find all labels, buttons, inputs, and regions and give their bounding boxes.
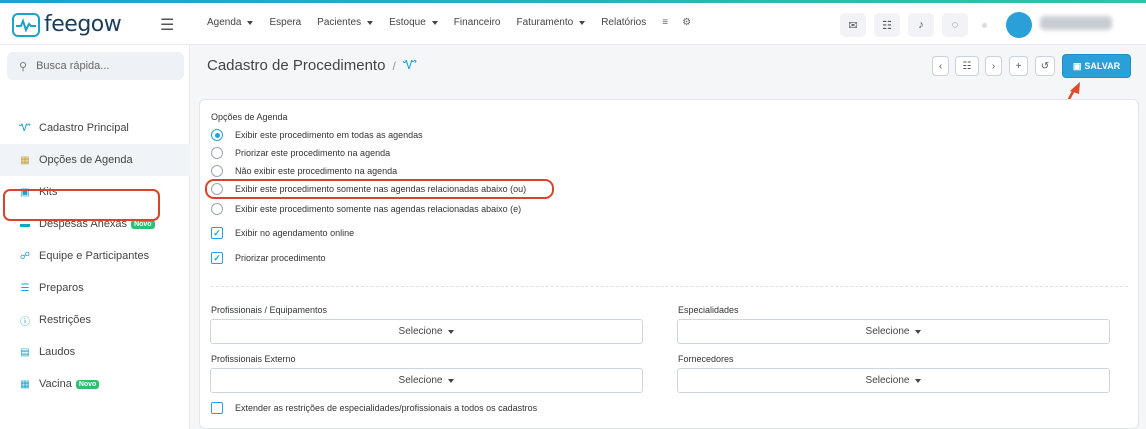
calendar-icon: ▦ — [20, 154, 30, 166]
section-label-opcoes: Opções de Agenda — [211, 112, 288, 122]
radio-hide[interactable]: Não exibir este procedimento na agenda — [211, 165, 397, 177]
select-especialidades[interactable]: Selecione — [677, 319, 1110, 344]
checkbox-priorizar[interactable]: ✓ Priorizar procedimento — [211, 252, 326, 264]
nav-relatorios[interactable]: Relatórios — [601, 17, 646, 28]
checkbox[interactable]: ✓ — [211, 252, 223, 264]
sidebar-item-preparos[interactable]: ☰ Preparos — [0, 272, 190, 304]
calendar-icon: ▦ — [20, 378, 30, 390]
page-title: Cadastro de Procedimento / Ꮙ — [207, 57, 418, 74]
main-nav: Agenda Espera Pacientes Estoque Financei… — [207, 17, 705, 28]
radio-button[interactable] — [211, 203, 223, 215]
top-header: feegow ☰ Agenda Espera Pacientes Estoque… — [0, 3, 1146, 45]
next-button[interactable]: › — [985, 56, 1002, 76]
menu-toggle-icon[interactable]: ☰ — [160, 15, 174, 35]
team-icon: ☍ — [19, 250, 31, 262]
chevron-down-icon — [579, 20, 586, 25]
label-profissionais: Profissionais / Equipamentos — [211, 305, 328, 315]
document-icon: ▤ — [20, 346, 30, 358]
save-button[interactable]: ▣ SALVAR — [1062, 54, 1131, 78]
chevron-down-icon — [247, 20, 254, 25]
label-fornecedores: Fornecedores — [678, 354, 734, 364]
sidebar: ⚲ Busca rápida... Ꮙ Cadastro Principal ▦… — [0, 45, 190, 429]
logo-text: feegow — [44, 12, 122, 37]
sidebar-item-restricoes[interactable]: ⓘ Restrições — [0, 304, 190, 336]
radio-button[interactable] — [211, 165, 223, 177]
radio-button[interactable] — [211, 147, 223, 159]
nav-espera[interactable]: Espera — [269, 17, 301, 28]
divider — [211, 286, 1128, 287]
search-icon: ⚲ — [19, 60, 28, 73]
select-profissionais[interactable]: Selecione — [210, 319, 643, 344]
save-icon: ▣ — [1072, 60, 1082, 71]
app-logo[interactable]: feegow — [12, 12, 122, 37]
nav-pacientes[interactable]: Pacientes — [317, 17, 374, 28]
sidebar-item-equipe[interactable]: ☍ Equipe e Participantes — [0, 240, 190, 272]
bell-icon[interactable]: ♪ — [908, 13, 934, 37]
chevron-down-icon — [367, 20, 374, 25]
breadcrumb-separator: / — [392, 58, 396, 73]
user-name-blurred[interactable] — [1040, 16, 1112, 30]
inbox-icon[interactable]: ✉ — [840, 13, 866, 37]
radio-button[interactable] — [211, 129, 223, 141]
checkbox-extend[interactable]: ✓ Extender as restrições de especialidad… — [211, 402, 537, 414]
nav-faturamento[interactable]: Faturamento — [517, 17, 586, 28]
list-button[interactable]: ☷ — [955, 56, 979, 76]
history-icon: ↺ — [1040, 60, 1050, 72]
highlight-box-sidebar — [3, 189, 160, 221]
chat-icon[interactable]: ◌ — [942, 13, 968, 37]
checkbox-online[interactable]: ✓ Exibir no agendamento online — [211, 227, 354, 239]
caret-down-icon — [915, 329, 922, 334]
sidebar-item-cadastro-principal[interactable]: Ꮙ Cadastro Principal — [0, 112, 190, 144]
list-icon: ☷ — [962, 60, 972, 72]
tasks-icon[interactable]: ☷ — [874, 13, 900, 37]
info-icon: ⓘ — [20, 316, 30, 328]
chevron-right-icon: › — [991, 60, 996, 72]
nav-agenda[interactable]: Agenda — [207, 17, 254, 28]
caret-down-icon — [915, 378, 922, 383]
stethoscope-icon: Ꮙ — [402, 58, 418, 72]
previous-button[interactable]: ‹ — [932, 56, 949, 76]
checkbox[interactable]: ✓ — [211, 227, 223, 239]
form-card: Opções de Agenda Exibir este procediment… — [199, 99, 1139, 429]
select-fornecedores[interactable]: Selecione — [677, 368, 1110, 393]
new-badge: Novo — [75, 379, 100, 389]
nav-financeiro[interactable]: Financeiro — [454, 17, 501, 28]
plus-icon: + — [1015, 60, 1022, 72]
checkbox[interactable]: ✓ — [211, 402, 223, 414]
history-button[interactable]: ↺ — [1035, 56, 1055, 76]
add-button[interactable]: + — [1009, 56, 1028, 76]
label-profissionais-externo: Profissionais Externo — [211, 354, 296, 364]
status-dot — [982, 23, 987, 28]
caret-down-icon — [448, 378, 455, 383]
list-icon: ☰ — [20, 282, 30, 294]
stethoscope-icon: Ꮙ — [19, 122, 31, 134]
avatar[interactable] — [1006, 12, 1032, 38]
chevron-down-icon — [431, 20, 438, 25]
nav-estoque[interactable]: Estoque — [389, 17, 438, 28]
sidebar-item-laudos[interactable]: ▤ Laudos — [0, 336, 190, 368]
database-icon[interactable]: ≡ — [662, 17, 668, 28]
radio-related-and[interactable]: Exibir este procedimento somente nas age… — [211, 203, 521, 215]
search-input[interactable]: ⚲ Busca rápida... — [7, 52, 184, 80]
caret-down-icon — [448, 329, 455, 334]
radio-all-agendas[interactable]: Exibir este procedimento em todas as age… — [211, 129, 423, 141]
radio-prioritize[interactable]: Priorizar este procedimento na agenda — [211, 147, 390, 159]
gear-icon[interactable]: ⚙ — [682, 17, 691, 28]
sidebar-item-opcoes-de-agenda[interactable]: ▦ Opções de Agenda — [0, 144, 190, 176]
chevron-left-icon: ‹ — [938, 60, 943, 72]
highlight-box-option — [205, 179, 554, 199]
sidebar-item-vacina[interactable]: ▦ Vacina Novo — [0, 368, 190, 400]
label-especialidades: Especialidades — [678, 305, 739, 315]
select-profissionais-externo[interactable]: Selecione — [210, 368, 643, 393]
search-placeholder: Busca rápida... — [36, 60, 110, 72]
logo-pulse-icon — [12, 12, 40, 37]
sidebar-list: Ꮙ Cadastro Principal ▦ Opções de Agenda … — [0, 112, 190, 400]
header-tools: ✉ ☷ ♪ ◌ — [840, 13, 968, 37]
